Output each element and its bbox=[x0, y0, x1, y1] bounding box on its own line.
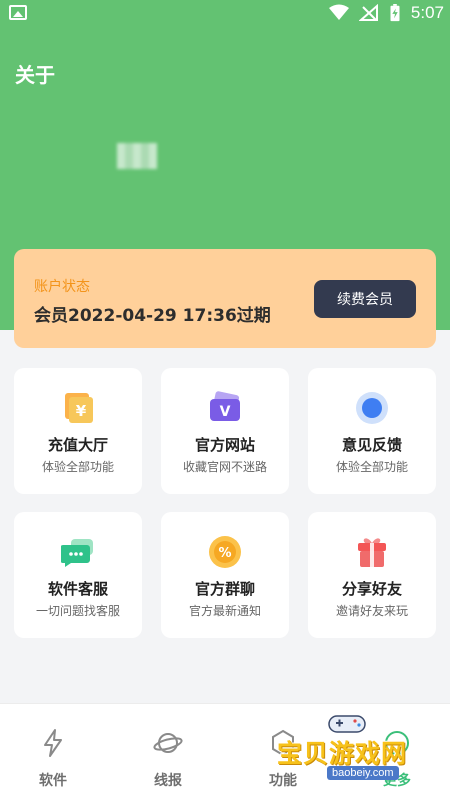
feature-card-customer-service[interactable]: 软件客服 一切问题找客服 bbox=[14, 512, 142, 638]
svg-text:V: V bbox=[220, 404, 231, 420]
status-icons: 5:07 bbox=[328, 3, 444, 23]
feature-subtitle: 体验全部功能 bbox=[41, 460, 114, 474]
percent-badge-icon: % bbox=[209, 536, 241, 568]
page-title: 关于 bbox=[15, 63, 55, 87]
feature-subtitle: 一切问题找客服 bbox=[35, 604, 120, 618]
renew-membership-button[interactable]: 续费会员 bbox=[314, 280, 416, 318]
svg-text:¥: ¥ bbox=[76, 402, 87, 420]
feature-subtitle: 体验全部功能 bbox=[335, 460, 408, 474]
feature-grid: ¥ 充值大厅 体验全部功能 V 官方网站 收藏官网不迷路 意见反馈 体验全部功能… bbox=[14, 368, 436, 638]
no-signal-icon bbox=[358, 4, 378, 21]
feature-title: 意见反馈 bbox=[341, 436, 402, 454]
feature-subtitle: 收藏官网不迷路 bbox=[182, 460, 267, 474]
blurred-username bbox=[117, 143, 157, 169]
battery-charging-icon bbox=[390, 4, 400, 22]
feature-card-group-chat[interactable]: % 官方群聊 官方最新通知 bbox=[161, 512, 289, 638]
watermark-text: 宝贝游戏网 bbox=[277, 739, 408, 768]
feature-title: 软件客服 bbox=[47, 580, 108, 598]
feedback-circle-icon bbox=[356, 392, 388, 424]
feature-card-website[interactable]: V 官方网站 收藏官网不迷路 bbox=[161, 368, 289, 494]
planet-icon bbox=[153, 733, 183, 753]
feature-card-recharge[interactable]: ¥ 充值大厅 体验全部功能 bbox=[14, 368, 142, 494]
feature-title: 分享好友 bbox=[341, 580, 402, 598]
website-v-icon: V bbox=[210, 391, 240, 421]
yen-wallet-icon: ¥ bbox=[65, 393, 93, 423]
site-watermark: 宝贝游戏网 baobeiy.com bbox=[275, 708, 445, 793]
gamepad-icon bbox=[328, 715, 366, 733]
watermark-url: baobeiy.com bbox=[327, 766, 399, 780]
clock: 5:07 bbox=[410, 3, 444, 22]
svg-text:%: % bbox=[218, 546, 231, 561]
nav-item-deals[interactable]: 线报 bbox=[133, 728, 203, 790]
feature-title: 充值大厅 bbox=[47, 436, 108, 454]
feature-subtitle: 官方最新通知 bbox=[188, 604, 261, 618]
nav-label: 线报 bbox=[154, 773, 182, 789]
account-status-label: 账户状态 bbox=[34, 279, 90, 295]
chat-bubble-icon bbox=[61, 539, 93, 567]
gift-icon bbox=[358, 538, 386, 567]
feature-subtitle: 邀请好友来玩 bbox=[335, 604, 408, 618]
gallery-notification-icon bbox=[9, 5, 27, 20]
feature-title: 官方网站 bbox=[194, 436, 255, 454]
nav-item-software[interactable]: 软件 bbox=[18, 728, 88, 790]
membership-expiry: 会员2022-04-29 17:36过期 bbox=[34, 306, 271, 326]
wifi-icon bbox=[328, 4, 349, 20]
status-bar: 5:07 bbox=[0, 0, 450, 28]
nav-label: 软件 bbox=[39, 773, 67, 789]
feature-card-feedback[interactable]: 意见反馈 体验全部功能 bbox=[308, 368, 436, 494]
feature-title: 官方群聊 bbox=[194, 580, 255, 598]
lightning-icon bbox=[44, 729, 62, 757]
account-status-card: 账户状态 会员2022-04-29 17:36过期 续费会员 bbox=[14, 249, 436, 348]
feature-card-share[interactable]: 分享好友 邀请好友来玩 bbox=[308, 512, 436, 638]
